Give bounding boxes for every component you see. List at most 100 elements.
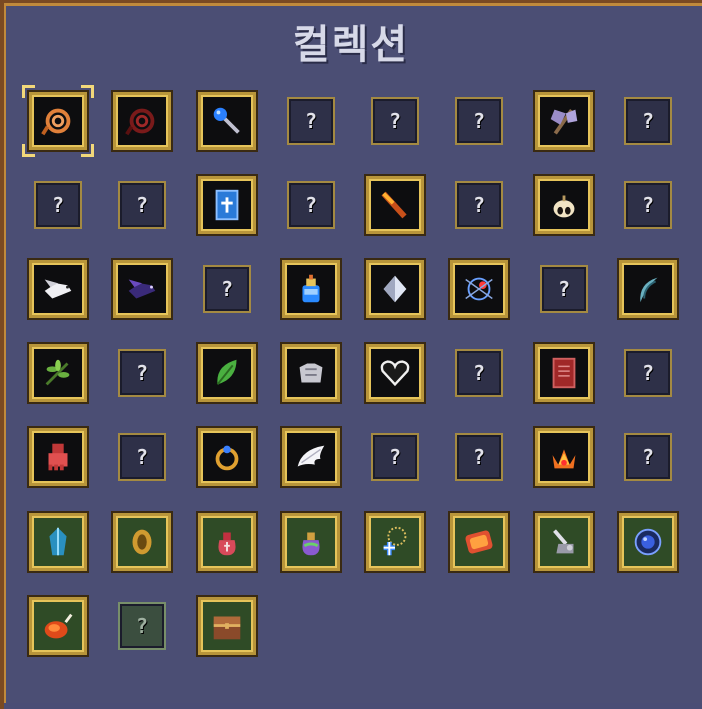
unknown-item-label: ?	[388, 445, 402, 469]
slot-frame	[538, 516, 590, 568]
collection-slot-green-leaf[interactable]	[196, 342, 258, 404]
collection-slot-clock-lancet[interactable]	[448, 258, 510, 320]
unknown-item-label: ?	[472, 361, 486, 385]
collection-slot-vacuum[interactable]	[533, 511, 595, 573]
collection-slot-black-bird[interactable]	[111, 258, 173, 320]
collection-slot-wings[interactable]	[280, 426, 342, 488]
black-bird-icon	[128, 279, 156, 299]
collection-slot-red-book[interactable]	[533, 342, 595, 404]
locked-slot[interactable]: ?	[287, 181, 335, 229]
collection-slot-gauntlet[interactable]	[27, 426, 89, 488]
unknown-item-label: ?	[220, 277, 234, 301]
collection-slot-bloody-whip[interactable]	[111, 90, 173, 152]
slot-frame	[32, 600, 84, 652]
locked-slot[interactable]: ?	[624, 349, 672, 397]
locked-slot[interactable]: ?	[203, 265, 251, 313]
slot-frame	[116, 263, 168, 315]
slot-frame	[622, 516, 674, 568]
vacuum-icon	[553, 529, 574, 554]
diamond-icon	[383, 275, 407, 303]
collection-slot-treasure-chest[interactable]	[196, 595, 258, 657]
collection-slot-bible[interactable]	[196, 174, 258, 236]
unknown-item-label: ?	[135, 445, 149, 469]
bloody-whip-icon	[125, 108, 155, 136]
collection-slot-holy-water[interactable]	[280, 258, 342, 320]
collection-slot-crescent[interactable]	[617, 258, 679, 320]
locked-slot[interactable]: ?	[455, 349, 503, 397]
locked-slot[interactable]: ?	[455, 181, 503, 229]
collection-slot-crown[interactable]	[533, 426, 595, 488]
slot-frame	[201, 431, 253, 483]
collection-slot-ring[interactable]	[196, 426, 258, 488]
green-leaf-icon	[216, 359, 237, 385]
collection-slot-roast-chicken[interactable]	[27, 595, 89, 657]
slot-frame	[453, 516, 505, 568]
red-money-bag-icon	[218, 532, 236, 556]
slot-frame	[538, 95, 590, 147]
selection-corner	[81, 144, 94, 157]
slot-frame	[538, 179, 590, 231]
collection-slot-whip[interactable]	[22, 85, 94, 157]
crown-icon	[552, 449, 576, 469]
slot-frame	[285, 516, 337, 568]
collection-slot-rainbow-money-bag[interactable]	[280, 511, 342, 573]
unknown-item-label: ?	[472, 445, 486, 469]
clover-leaf-icon	[45, 359, 70, 386]
locked-slot[interactable]: ?	[118, 349, 166, 397]
slot-frame	[538, 431, 590, 483]
locked-slot[interactable]: ?	[34, 181, 82, 229]
locked-slot[interactable]: ?	[118, 602, 166, 650]
collection-slot-blue-orb[interactable]	[617, 511, 679, 573]
white-dove-icon	[44, 279, 72, 299]
locked-slot[interactable]: ?	[455, 433, 503, 481]
collection-slot-axe[interactable]	[533, 90, 595, 152]
collection-slot-diamond[interactable]	[364, 258, 426, 320]
locked-slot[interactable]: ?	[540, 265, 588, 313]
blue-gem-icon	[49, 527, 67, 556]
collection-grid: ???????????????????	[0, 0, 702, 703]
slot-frame	[453, 263, 505, 315]
gauntlet-icon	[48, 443, 68, 471]
collection-slot-armor[interactable]	[280, 342, 342, 404]
locked-slot[interactable]: ?	[455, 97, 503, 145]
slot-frame	[32, 263, 84, 315]
slot-frame	[201, 347, 253, 399]
collection-slot-fire-wand[interactable]	[364, 174, 426, 236]
collection-slot-gold-coin[interactable]	[111, 511, 173, 573]
slot-frame	[285, 263, 337, 315]
collection-slot-rosary[interactable]	[364, 511, 426, 573]
collection-slot-magic-wand[interactable]	[196, 90, 258, 152]
collection-slot-clover-leaf[interactable]	[27, 342, 89, 404]
slot-frame	[201, 600, 253, 652]
collection-slot-garlic[interactable]	[533, 174, 595, 236]
slot-frame	[369, 263, 421, 315]
collection-slot-blue-gem[interactable]	[27, 511, 89, 573]
collection-slot-red-money-bag[interactable]	[196, 511, 258, 573]
magic-wand-icon	[213, 107, 240, 134]
locked-slot[interactable]: ?	[371, 97, 419, 145]
locked-slot[interactable]: ?	[624, 433, 672, 481]
slot-frame	[32, 431, 84, 483]
locked-slot[interactable]: ?	[287, 97, 335, 145]
locked-slot[interactable]: ?	[118, 181, 166, 229]
roast-chicken-icon	[44, 613, 73, 639]
slot-frame	[201, 516, 253, 568]
unknown-item-label: ?	[135, 193, 149, 217]
slot-frame	[32, 95, 84, 147]
unknown-item-label: ?	[304, 109, 318, 133]
slot-frame	[201, 179, 253, 231]
locked-slot[interactable]: ?	[624, 97, 672, 145]
selection-corner	[81, 85, 94, 98]
clock-lancet-icon	[465, 277, 493, 301]
locked-slot[interactable]: ?	[624, 181, 672, 229]
collection-slot-white-dove[interactable]	[27, 258, 89, 320]
collection-slot-orologion[interactable]	[448, 511, 510, 573]
collection-slot-heart[interactable]	[364, 342, 426, 404]
slot-frame	[369, 179, 421, 231]
axe-icon	[550, 109, 578, 135]
armor-icon	[299, 363, 323, 383]
rosary-icon	[383, 526, 407, 556]
locked-slot[interactable]: ?	[371, 433, 419, 481]
unknown-item-label: ?	[51, 193, 65, 217]
locked-slot[interactable]: ?	[118, 433, 166, 481]
